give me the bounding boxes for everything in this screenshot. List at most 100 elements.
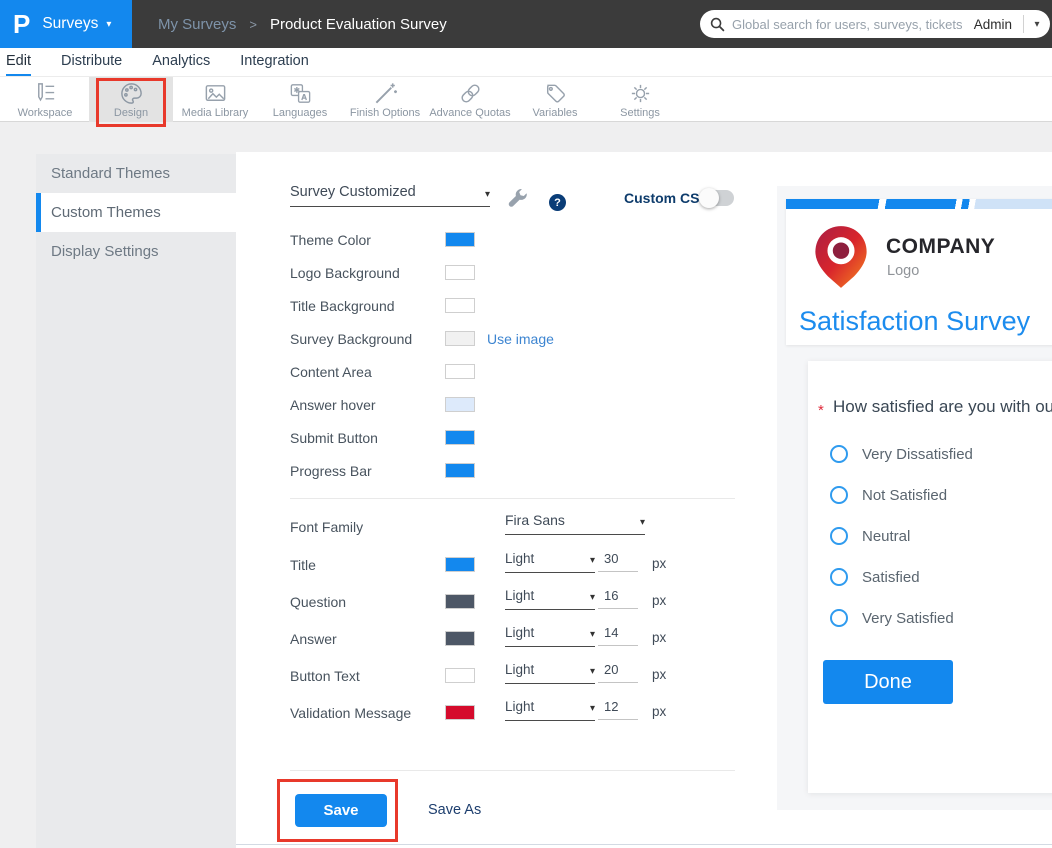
custom-css-label: Custom CSS	[624, 190, 709, 206]
swatch-submit-button[interactable]	[445, 430, 475, 445]
option-very-satisfied[interactable]: Very Satisfied	[830, 608, 1052, 628]
answer-weight-select[interactable]: Light▾	[505, 625, 595, 647]
tab-integration[interactable]: Integration	[240, 48, 309, 76]
toolbar-settings[interactable]: Settings	[598, 77, 682, 122]
question-size-input[interactable]	[598, 588, 638, 609]
swatch-answer-font[interactable]	[445, 631, 475, 646]
toolbar-media-library[interactable]: Media Library	[173, 77, 257, 122]
row-label-answer: Answer	[290, 631, 337, 647]
toolbar-variables[interactable]: Variables	[513, 77, 597, 122]
app-logo-menu[interactable]: P Surveys ▾	[0, 0, 132, 48]
swatch-validation-message[interactable]	[445, 705, 475, 720]
radio-icon	[830, 445, 848, 463]
button-text-weight-select[interactable]: Light▾	[505, 662, 595, 684]
question-weight-select[interactable]: Light▾	[505, 588, 595, 610]
swatch-question-font[interactable]	[445, 594, 475, 609]
app-screen: P Surveys ▾ My Surveys > Product Evaluat…	[0, 0, 1052, 848]
survey-title: Satisfaction Survey	[799, 306, 1030, 337]
done-button[interactable]: Done	[823, 660, 953, 704]
row-label-progress-bar: Progress Bar	[290, 463, 372, 479]
swatch-theme-color[interactable]	[445, 232, 475, 247]
design-palette-icon	[119, 81, 144, 106]
validation-weight-select[interactable]: Light▾	[505, 699, 595, 721]
answer-size-input[interactable]	[598, 625, 638, 646]
toolbar-advance-quotas[interactable]: Advance Quotas	[428, 77, 512, 122]
toolbar-design[interactable]: Design	[89, 77, 173, 122]
help-icon[interactable]: ?	[549, 194, 566, 211]
themes-sidebar: Standard Themes Custom Themes Display Se…	[36, 154, 236, 848]
advance-quotas-link-icon	[458, 81, 483, 106]
preview-theme-stripe	[786, 199, 1052, 209]
swatch-title-background[interactable]	[445, 298, 475, 313]
swatch-content-area[interactable]	[445, 364, 475, 379]
swatch-button-text[interactable]	[445, 668, 475, 683]
font-family-select[interactable]: Fira Sans▾	[505, 512, 645, 535]
breadcrumb-my-surveys[interactable]: My Surveys	[158, 16, 236, 33]
question-size-unit: px	[652, 593, 666, 608]
sidebar-item-display-settings[interactable]: Display Settings	[36, 232, 236, 271]
chevron-down-icon: ▾	[485, 189, 490, 200]
sidebar-item-standard-themes[interactable]: Standard Themes	[36, 154, 236, 193]
button-text-size-input[interactable]	[598, 662, 638, 683]
custom-css-toggle[interactable]	[701, 190, 734, 206]
sidebar-item-custom-themes[interactable]: Custom Themes	[36, 193, 236, 232]
option-satisfied[interactable]: Satisfied	[830, 567, 1052, 587]
search-icon	[710, 17, 725, 32]
breadcrumb-separator: >	[249, 17, 257, 32]
search-input[interactable]	[732, 17, 974, 32]
account-dropdown-caret[interactable]: ▾	[1024, 19, 1050, 30]
option-not-satisfied[interactable]: Not Satisfied	[830, 485, 1052, 505]
top-bar: P Surveys ▾ My Surveys > Product Evaluat…	[0, 0, 1052, 48]
row-label-button-text: Button Text	[290, 668, 360, 684]
brand-logo-icon: P	[13, 11, 30, 37]
edit-theme-wrench-icon[interactable]	[505, 188, 531, 214]
company-logo-sub: Logo	[887, 263, 919, 279]
title-size-input[interactable]	[598, 551, 638, 572]
tab-analytics[interactable]: Analytics	[152, 48, 210, 76]
row-label-theme-color: Theme Color	[290, 232, 371, 248]
row-label-title: Title	[290, 557, 316, 573]
row-label-title-background: Title Background	[290, 298, 395, 314]
product-name: Surveys	[42, 15, 98, 33]
page-bottom-divider	[236, 844, 1052, 845]
validation-size-input[interactable]	[598, 699, 638, 720]
swatch-progress-bar[interactable]	[445, 463, 475, 478]
tab-edit[interactable]: Edit	[6, 48, 31, 76]
global-search: Admin ▾	[700, 10, 1050, 38]
swatch-title-font[interactable]	[445, 557, 475, 572]
toolbar-languages[interactable]: Languages	[258, 77, 342, 122]
title-weight-select[interactable]: Light▾	[505, 551, 595, 573]
question-text: How satisfied are you with our	[833, 397, 1052, 417]
preview-question-card: * How satisfied are you with our Very Di…	[808, 361, 1052, 793]
row-label-content-area: Content Area	[290, 364, 372, 380]
answer-size-unit: px	[652, 630, 666, 645]
tab-distribute[interactable]: Distribute	[61, 48, 122, 76]
settings-gear-icon	[628, 81, 653, 106]
validation-size-unit: px	[652, 704, 666, 719]
toolbar-finish-options[interactable]: Finish Options	[343, 77, 427, 122]
toolbar-workspace[interactable]: Workspace	[3, 77, 87, 122]
swatch-answer-hover[interactable]	[445, 397, 475, 412]
row-label-logo-background: Logo Background	[290, 265, 400, 281]
chevron-down-icon: ▾	[640, 517, 645, 528]
breadcrumb: My Surveys > Product Evaluation Survey	[158, 0, 447, 48]
survey-preview: COMPANY Logo Satisfaction Survey * How s…	[777, 186, 1052, 810]
account-label[interactable]: Admin	[974, 17, 1023, 32]
finish-options-wand-icon	[373, 81, 398, 106]
save-button[interactable]: Save	[295, 794, 387, 827]
section-divider	[290, 770, 735, 771]
row-label-survey-background: Survey Background	[290, 331, 412, 347]
radio-icon	[830, 527, 848, 545]
theme-select[interactable]: Survey Customized▾	[290, 184, 490, 207]
option-very-dissatisfied[interactable]: Very Dissatisfied	[830, 444, 1052, 464]
section-divider	[290, 498, 735, 499]
breadcrumb-current-survey: Product Evaluation Survey	[270, 16, 447, 33]
use-image-link[interactable]: Use image	[487, 331, 554, 347]
company-name: COMPANY	[886, 235, 995, 259]
swatch-survey-background[interactable]	[445, 331, 475, 346]
row-label-question: Question	[290, 594, 346, 610]
save-as-link[interactable]: Save As	[428, 802, 481, 818]
option-neutral[interactable]: Neutral	[830, 526, 1052, 546]
swatch-logo-background[interactable]	[445, 265, 475, 280]
languages-icon	[288, 81, 313, 106]
